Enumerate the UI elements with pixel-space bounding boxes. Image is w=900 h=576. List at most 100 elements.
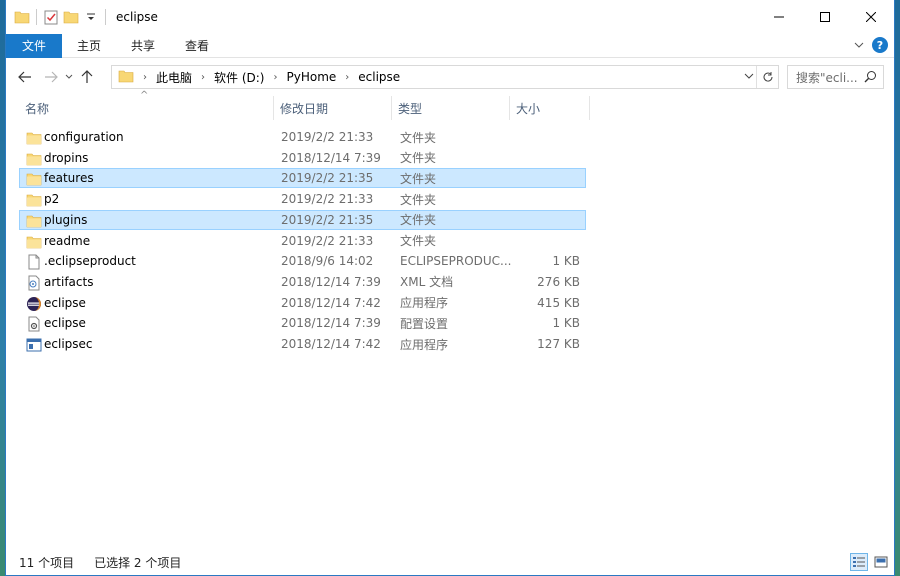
search-icon[interactable] — [864, 70, 877, 86]
column-header-date[interactable]: 修改日期 — [274, 96, 392, 120]
back-button[interactable] — [14, 66, 36, 88]
details-view-icon — [853, 557, 865, 567]
file-name: eclipse — [44, 295, 86, 310]
file-name: eclipse — [44, 316, 86, 331]
file-row[interactable]: readme 2019/2/2 21:33 文件夹 — [19, 231, 586, 251]
breadcrumb-pyhome[interactable]: PyHome — [280, 70, 342, 84]
breadcrumb-chevron-icon[interactable]: › — [140, 72, 150, 83]
file-type: XML 文档 — [400, 275, 454, 290]
breadcrumb-eclipse[interactable]: eclipse — [352, 70, 406, 84]
file-row[interactable]: artifacts 2018/12/14 7:39 XML 文档 276 KB — [19, 272, 586, 292]
item-count: 11 个项目 — [19, 555, 75, 570]
properties-icon[interactable] — [43, 9, 59, 25]
file-date: 2019/2/2 21:33 — [281, 192, 374, 207]
file-name: .eclipseproduct — [44, 254, 136, 269]
file-size: 276 KB — [537, 274, 580, 289]
file-size: 1 KB — [552, 316, 580, 331]
refresh-button[interactable] — [756, 66, 778, 88]
breadcrumb-chevron-icon[interactable]: › — [342, 72, 352, 83]
file-type: 文件夹 — [400, 213, 437, 228]
tab-file[interactable]: 文件 — [6, 33, 63, 58]
column-header-name[interactable]: 名称 — [19, 96, 274, 120]
breadcrumb-drive-d[interactable]: 软件 (D:) — [208, 69, 270, 86]
toolbar-divider — [36, 9, 37, 25]
address-history-dropdown[interactable] — [744, 69, 754, 83]
breadcrumb-chevron-icon[interactable]: › — [270, 72, 280, 83]
maximize-button[interactable] — [802, 0, 848, 34]
config-file-icon — [26, 316, 42, 332]
minimize-icon — [774, 16, 784, 18]
tab-share[interactable]: 共享 — [116, 34, 170, 58]
details-view-button[interactable] — [850, 553, 868, 571]
file-row[interactable]: eclipse 2018/12/14 7:39 配置设置 1 KB — [19, 313, 586, 333]
column-header-type[interactable]: 类型 — [392, 96, 510, 120]
chevron-down-icon — [744, 73, 754, 79]
search-input[interactable]: 搜索"ecli... — [787, 65, 884, 89]
forward-button[interactable] — [40, 66, 62, 88]
file-row[interactable]: .eclipseproduct 2018/9/6 14:02 ECLIPSEPROD… — [19, 251, 586, 271]
file-row[interactable]: dropins 2018/12/14 7:39 文件夹 — [19, 148, 586, 168]
folder-icon — [26, 192, 42, 208]
large-icons-view-button[interactable] — [872, 553, 890, 571]
expand-ribbon-icon[interactable] — [854, 38, 864, 52]
up-arrow-icon — [81, 70, 93, 83]
file-type: 文件夹 — [400, 192, 437, 207]
column-headers: ^ 名称 修改日期 类型 大小 — [6, 90, 596, 120]
file-date: 2018/12/14 7:39 — [281, 316, 381, 331]
breadcrumb: 此电脑 › 软件 (D:) › PyHome › eclipse — [150, 69, 406, 86]
xml-file-icon — [26, 275, 42, 291]
column-header-size[interactable]: 大小 — [510, 96, 590, 120]
file-type: 文件夹 — [400, 234, 437, 248]
status-bar: 11 个项目 已选择 2 个项目 — [6, 549, 894, 575]
ribbon-tabs: 文件 主页 共享 查看 ? — [6, 33, 894, 58]
back-arrow-icon — [18, 71, 31, 83]
up-button[interactable] — [76, 66, 98, 88]
minimize-button[interactable] — [756, 0, 802, 34]
file-size: 1 KB — [552, 254, 580, 269]
file-type: 文件夹 — [400, 151, 437, 166]
customize-toolbar-icon[interactable] — [83, 9, 99, 25]
tab-home[interactable]: 主页 — [62, 34, 116, 58]
view-switcher — [850, 553, 890, 571]
file-type: ECLIPSEPRODUC... — [400, 254, 512, 269]
breadcrumb-chevron-icon[interactable]: › — [198, 72, 208, 83]
file-date: 2019/2/2 21:35 — [281, 212, 374, 227]
file-name: dropins — [44, 150, 89, 165]
address-bar[interactable]: › 此电脑 › 软件 (D:) › PyHome › eclipse — [111, 65, 779, 89]
file-row[interactable]: eclipse 2018/12/14 7:42 应用程序 415 KB — [19, 293, 586, 313]
file-name: artifacts — [44, 274, 94, 289]
folder-icon — [26, 171, 42, 187]
file-row[interactable]: features 2019/2/2 21:35 文件夹 — [19, 168, 586, 189]
file-date: 2019/2/2 21:33 — [281, 130, 374, 144]
file-row[interactable]: eclipsec 2018/12/14 7:42 应用程序 127 KB — [19, 334, 586, 354]
maximize-icon — [820, 12, 830, 22]
close-button[interactable] — [848, 0, 894, 34]
file-row[interactable]: plugins 2019/2/2 21:35 文件夹 — [19, 209, 586, 230]
folder-icon — [26, 234, 42, 250]
file-row[interactable]: p2 2019/2/2 21:33 文件夹 — [19, 189, 586, 209]
refresh-icon — [763, 72, 773, 82]
close-icon — [866, 12, 876, 22]
folder-icon — [118, 69, 134, 86]
ribbon-right-controls: ? — [854, 37, 888, 53]
title-bar: eclipse — [6, 0, 894, 34]
toolbar-divider — [105, 9, 106, 25]
folder-icon — [26, 151, 42, 167]
explorer-window: eclipse 文件 主页 共享 查看 ? › 此电脑 › 软件 (D:) › … — [5, 0, 895, 576]
help-icon[interactable]: ? — [872, 37, 888, 53]
search-placeholder: 搜索"ecli... — [796, 70, 858, 85]
breadcrumb-this-pc[interactable]: 此电脑 — [150, 69, 198, 86]
file-name: features — [44, 171, 94, 186]
file-date: 2018/12/14 7:42 — [281, 295, 381, 310]
file-size: 127 KB — [537, 337, 580, 351]
file-size: 415 KB — [537, 295, 580, 310]
tab-view[interactable]: 查看 — [170, 34, 224, 58]
folder-icon — [26, 213, 42, 229]
recent-locations-button[interactable] — [62, 66, 76, 88]
file-type: 应用程序 — [400, 337, 449, 352]
file-date: 2018/12/14 7:42 — [281, 337, 381, 351]
new-folder-icon[interactable] — [63, 9, 79, 25]
file-row[interactable]: configuration 2019/2/2 21:33 文件夹 — [19, 127, 586, 147]
file-date: 2019/2/2 21:33 — [281, 233, 374, 248]
chevron-down-icon — [65, 74, 73, 79]
